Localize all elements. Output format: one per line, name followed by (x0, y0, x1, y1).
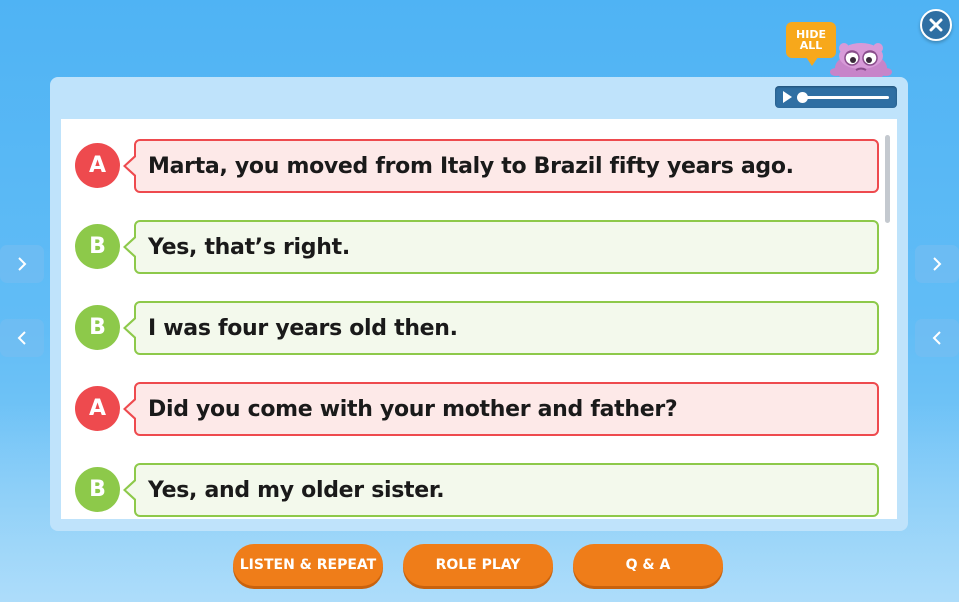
speech-bubble[interactable]: Yes, and my older sister. (123, 463, 879, 517)
speaker-badge[interactable]: B (75, 305, 120, 350)
dialog-line: B Yes, and my older sister. (75, 463, 880, 517)
chevron-right-icon (933, 257, 942, 271)
left-next-button[interactable] (0, 245, 44, 283)
dialog-line: A Did you come with your mother and fath… (75, 382, 880, 436)
speaker-badge[interactable]: B (75, 224, 120, 269)
speech-bubble[interactable]: I was four years old then. (123, 301, 879, 355)
scrollbar[interactable] (885, 135, 890, 223)
play-icon[interactable] (783, 91, 792, 103)
dialog-line: B Yes, that’s right. (75, 220, 880, 274)
audio-progress-track[interactable] (801, 96, 889, 99)
listen-repeat-button[interactable]: LISTEN & REPEAT (233, 544, 383, 586)
chevron-left-icon (17, 331, 26, 345)
speech-bubble[interactable]: Did you come with your mother and father… (123, 382, 879, 436)
speaker-badge[interactable]: A (75, 386, 120, 431)
close-icon (929, 18, 943, 32)
chevron-left-icon (932, 331, 941, 345)
dialog-line: B I was four years old then. (75, 301, 880, 355)
speaker-badge[interactable]: B (75, 467, 120, 512)
right-prev-button[interactable] (915, 319, 959, 357)
speech-bubble[interactable]: Yes, that’s right. (123, 220, 879, 274)
chevron-right-icon (18, 257, 27, 271)
right-next-button[interactable] (915, 245, 959, 283)
qa-button[interactable]: Q & A (573, 544, 723, 586)
dialog-line: A Marta, you moved from Italy to Brazil … (75, 139, 880, 193)
hide-all-label: HIDE ALL (796, 28, 826, 52)
speaker-badge[interactable]: A (75, 143, 120, 188)
speech-bubble[interactable]: Marta, you moved from Italy to Brazil fi… (123, 139, 879, 193)
role-play-button[interactable]: ROLE PLAY (403, 544, 553, 586)
close-button[interactable] (920, 9, 952, 41)
left-prev-button[interactable] (0, 319, 44, 357)
audio-progress-handle[interactable] (797, 92, 808, 103)
audio-player[interactable] (775, 86, 897, 108)
